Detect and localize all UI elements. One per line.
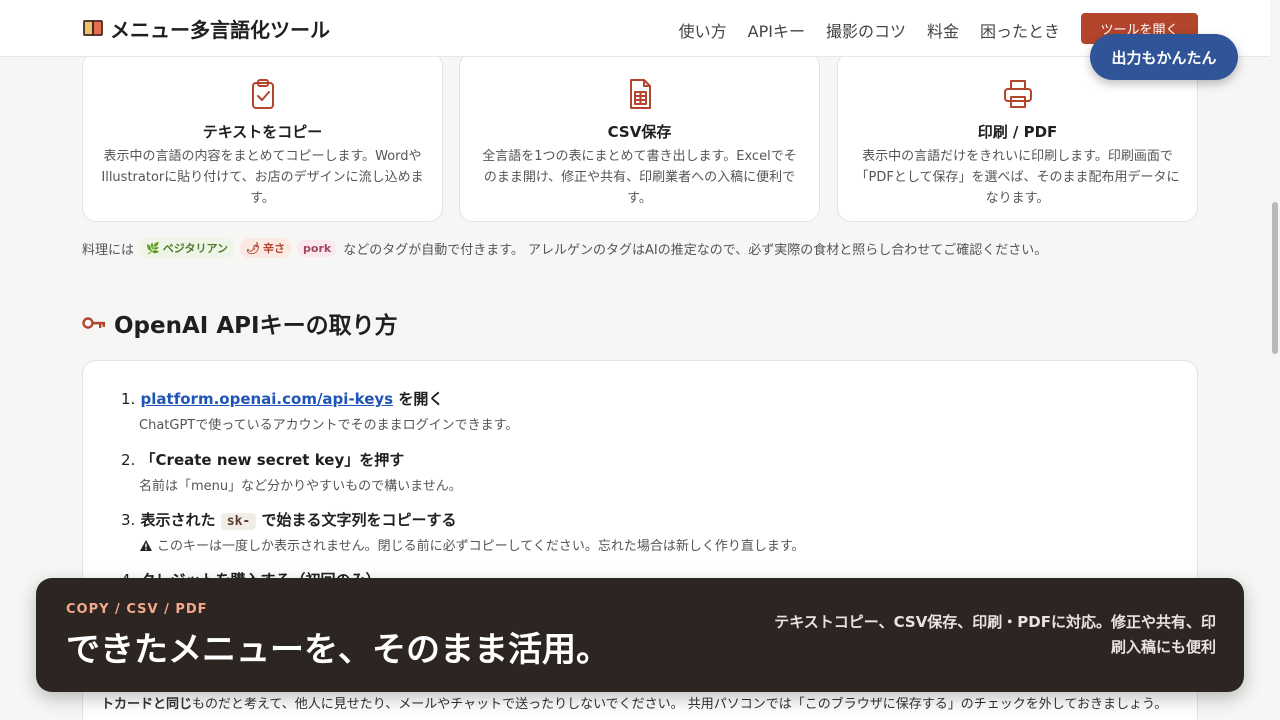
- tag-spicy: 🌶 辛さ: [240, 238, 292, 258]
- feature-desc: 全言語を1つの表にまとめて書き出します。Excelでそのまま開け、修正や共有、印…: [482, 149, 797, 206]
- api-keys-link[interactable]: platform.openai.com/api-keys: [141, 390, 394, 408]
- banner-desc: テキストコピー、CSV保存、印刷・PDFに対応。修正や共有、印刷入稿にも便利: [774, 613, 1216, 656]
- banner-kicker: COPY / CSV / PDF: [66, 602, 208, 617]
- step-sub: ChatGPTで使っているアカウントでそのままログインできます。: [139, 418, 519, 433]
- leaf-icon: 🌿: [146, 241, 160, 255]
- feature-desc: 表示中の言語だけをきれいに印刷します。印刷画面で「PDFとして保存」を選べば、そ…: [855, 149, 1180, 206]
- step-warning: このキーは一度しか表示されません。閉じる前に必ずコピーしてください。忘れた場合は…: [139, 535, 805, 554]
- main-nav: 使い方 APIキー 撮影のコツ 料金 困ったとき: [679, 18, 1060, 42]
- brand[interactable]: メニュー多言語化ツール: [82, 15, 330, 42]
- printer-icon: [1003, 80, 1032, 108]
- key-icon: [82, 317, 105, 329]
- tags-prefix: 料理には: [82, 242, 135, 258]
- feature-card-copy: テキストをコピー 表示中の言語の内容をまとめてコピーします。WordやIllus…: [82, 52, 443, 222]
- warning-icon: [140, 540, 152, 551]
- nav-troubleshooting[interactable]: 困ったとき: [980, 18, 1060, 42]
- spreadsheet-file-icon: [629, 79, 651, 109]
- step-sub: 名前は「menu」など分かりやすいもので構いません。: [139, 479, 462, 494]
- tags-note: 料理には 🌿 ベジタリアン 🌶 辛さ pork などのタグが自動で付きます。 アレル…: [82, 238, 1202, 258]
- step-3: 3. 表示された sk- で始まる文字列をコピーする このキーは一度しか表示され…: [121, 511, 805, 554]
- brand-title: メニュー多言語化ツール: [110, 17, 330, 42]
- nav-usage[interactable]: 使い方: [679, 18, 727, 42]
- feature-title: CSV保存: [607, 123, 672, 141]
- tip-pill: 出力もかんたん: [1090, 34, 1238, 80]
- feature-card-csv: CSV保存 全言語を1つの表にまとめて書き出します。Excelでそのまま開け、修…: [459, 52, 820, 222]
- chili-icon: 🌶: [246, 241, 261, 255]
- feature-title: テキストをコピー: [202, 123, 323, 141]
- feature-desc: 表示中の言語の内容をまとめてコピーします。WordやIllustratorに貼り…: [101, 149, 424, 206]
- api-section-title: OpenAI APIキーの取り方: [82, 306, 398, 340]
- tag-vegetarian: 🌿 ベジタリアン: [140, 238, 235, 258]
- menu-book-icon: [83, 20, 103, 36]
- key-safety-note: トカードと同じものだと考えて、他人に見せたり、メールやチャットで送ったりしないで…: [101, 697, 1168, 712]
- site-header: メニュー多言語化ツール 使い方 APIキー 撮影のコツ 料金 困ったとき ツール…: [0, 0, 1270, 57]
- clipboard-check-icon: [251, 79, 274, 109]
- nav-pricing[interactable]: 料金: [927, 18, 959, 42]
- feature-banner: COPY / CSV / PDF できたメニューを、そのまま活用。 テキストコピ…: [36, 578, 1244, 692]
- banner-headline: できたメニューを、そのまま活用。: [66, 630, 610, 670]
- nav-photo-tips[interactable]: 撮影のコツ: [826, 18, 906, 42]
- step-2: 2. 「Create new secret key」を押す 名前は「menu」な…: [121, 451, 462, 494]
- feature-title: 印刷 / PDF: [977, 123, 1058, 141]
- tags-suffix: などのタグが自動で付きます。 アレルゲンのタグはAIの推定なので、必ず実際の食材…: [343, 242, 1048, 258]
- step-1: 1. platform.openai.com/api-keys を開く Chat…: [121, 390, 519, 433]
- page-scrollbar[interactable]: [1272, 202, 1278, 354]
- nav-api-key[interactable]: APIキー: [748, 18, 805, 42]
- key-prefix-code: sk-: [220, 513, 257, 530]
- tag-pork: pork: [297, 239, 338, 257]
